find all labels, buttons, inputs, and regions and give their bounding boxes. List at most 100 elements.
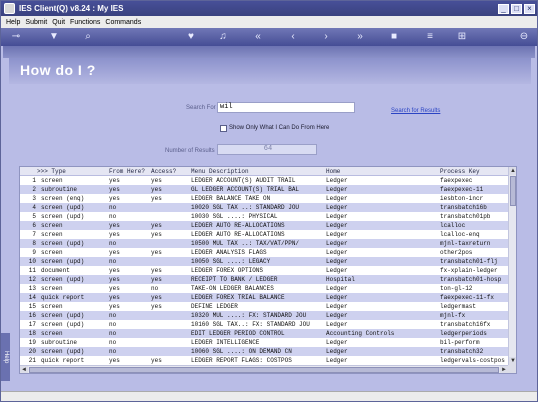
menu-quit[interactable]: Quit [52, 19, 65, 26]
menu-commands[interactable]: Commands [105, 19, 141, 26]
cell-type: screen [41, 231, 63, 238]
scroll-left-icon[interactable]: ◄ [20, 366, 28, 373]
back-icon[interactable]: ‹ [286, 30, 300, 44]
table-row[interactable]: 3 screen (enq) yes yes LEDGER BALANCE TAKE O… [20, 194, 508, 203]
horizontal-scrollbar[interactable]: ◄ ► [20, 365, 508, 373]
cell-type: screen (upd) [41, 312, 85, 319]
cell-from-here: yes [109, 303, 120, 310]
cell-process-key: mjnl-taxreturn [440, 240, 491, 247]
search-for-results-link[interactable]: Search for Results [391, 108, 440, 114]
cell-process-key: fx-xplain-ledger [440, 267, 498, 274]
cell-home: Ledger [326, 231, 348, 238]
horizontal-scroll-thumb[interactable] [29, 367, 499, 373]
menu-submit[interactable]: Submit [25, 19, 47, 26]
table-row[interactable]: 4 screen (upd) no 10020 SGL TAX ..: STANDAR… [20, 203, 508, 212]
cell-home: Ledger [326, 285, 348, 292]
table-row[interactable]: 6 screen yes yes LEDGER AUTO RE-ALLOCATIONS L… [20, 221, 508, 230]
filter-icon[interactable]: ▼ [47, 30, 61, 44]
search-input[interactable]: wil [217, 102, 355, 113]
toolbar: ⊸ ▼ ⌕ ♥ ♫ « ‹ › » ■ ≡ ⊞ ⊖ [1, 28, 537, 46]
cell-type: screen (upd) [41, 258, 85, 265]
col-from-here-header[interactable]: From Here? [109, 167, 151, 176]
table-row[interactable]: 8 screen (upd) no 10500 MUL TAX ..: TAX/VAT… [20, 239, 508, 248]
row-number: 12 [28, 276, 36, 283]
zoom-out-icon[interactable]: ⊖ [517, 30, 531, 44]
cell-home: Ledger [326, 321, 348, 328]
bell-icon[interactable]: ♫ [216, 30, 230, 44]
cell-menu-description: 10050 SGL ....: LEGACY [191, 258, 271, 265]
row-number: 5 [32, 213, 36, 220]
row-number: 9 [32, 249, 36, 256]
cell-access: yes [151, 177, 162, 184]
table-row[interactable]: 18 screen no EDIT LEDGER PERIOD CONTROL Acco… [20, 329, 508, 338]
cell-type: screen [41, 177, 63, 184]
forward-icon[interactable]: › [319, 30, 333, 44]
row-number: 8 [32, 240, 36, 247]
table-row[interactable]: 12 screen (upd) yes yes RECEIPT TO BANK / LE… [20, 275, 508, 284]
table-row[interactable]: 19 subroutine no LEDGER INTELLIGENCE Ledger b… [20, 338, 508, 347]
table-row[interactable]: 14 quick report yes yes LEDGER FOREX TRIAL B… [20, 293, 508, 302]
cell-menu-description: LEDGER AUTO RE-ALLOCATIONS [191, 231, 285, 238]
row-number: 10 [28, 258, 36, 265]
table-row[interactable]: 13 screen yes no TAKE-ON LEDGER BALANCES Ledg… [20, 284, 508, 293]
scroll-down-icon[interactable]: ▼ [509, 357, 516, 365]
show-only-checkbox[interactable] [220, 125, 227, 132]
table-row[interactable]: 10 screen (upd) no 10050 SGL ....: LEGACY Le… [20, 257, 508, 266]
cell-type: subroutine [41, 339, 78, 346]
table-row[interactable]: 7 screen yes yes LEDGER AUTO RE-ALLOCATIONS L… [20, 230, 508, 239]
menu-functions[interactable]: Functions [70, 19, 100, 26]
help-tab[interactable]: Help [1, 333, 10, 381]
search-icon[interactable]: ⌕ [81, 30, 95, 44]
table-row[interactable]: 5 screen (upd) no 10030 SGL ....: PHYSICAL L… [20, 212, 508, 221]
cell-home: Ledger [326, 312, 348, 319]
fast-forward-icon[interactable]: » [353, 30, 367, 44]
col-access-header[interactable]: Access? [151, 167, 191, 176]
cell-process-key: transbatch16b [440, 204, 487, 211]
table-row[interactable]: 1 screen yes yes LEDGER ACCOUNT(S) AUDIT TRA… [20, 176, 508, 185]
vertical-scroll-thumb[interactable] [510, 176, 516, 206]
table-row[interactable]: 21 quick report yes yes LEDGER REPORT FLAGS:… [20, 356, 508, 365]
cell-access: yes [151, 294, 162, 301]
col-type-header[interactable]: >>> Type [37, 167, 103, 176]
scroll-right-icon[interactable]: ► [500, 366, 508, 373]
close-icon[interactable]: × [524, 3, 535, 14]
cell-menu-description: LEDGER FOREX OPTIONS [191, 267, 264, 274]
rewind-icon[interactable]: « [251, 30, 265, 44]
search-form: Search For wil Search for Results Show O… [9, 87, 531, 162]
cell-process-key: transbatch01pb [440, 213, 491, 220]
results-table: >>> Type From Here? Access? Menu Descrip… [19, 166, 517, 374]
cell-process-key: mjnl-fx [440, 312, 466, 319]
list-icon[interactable]: ≡ [423, 30, 437, 44]
cell-process-key: transbatch01-flj [440, 258, 498, 265]
grid-icon[interactable]: ⊞ [455, 30, 469, 44]
cell-from-here: no [109, 348, 117, 355]
cell-process-key: ledgervals-costpos [440, 357, 505, 364]
vertical-scrollbar[interactable]: ▲ ▼ [508, 167, 516, 365]
scroll-up-icon[interactable]: ▲ [509, 167, 516, 175]
table-row[interactable]: 15 screen yes yes DEFINE LEDGER Ledger ledgerm… [20, 302, 508, 311]
row-number: 1 [32, 177, 36, 184]
menu-help[interactable]: Help [6, 19, 20, 26]
cell-process-key: other2pos [440, 249, 473, 256]
cell-from-here: no [109, 240, 117, 247]
col-home-header[interactable]: Home [326, 167, 438, 176]
table-header: >>> Type From Here? Access? Menu Descrip… [20, 167, 508, 176]
table-row[interactable]: 17 screen (upd) no 10160 SGL TAX..: FX: STA… [20, 320, 508, 329]
table-row[interactable]: 9 screen yes yes LEDGER ANALYSIS FLAGS Ledger… [20, 248, 508, 257]
cell-menu-description: TAKE-ON LEDGER BALANCES [191, 285, 274, 292]
table-row[interactable]: 11 document yes yes LEDGER FOREX OPTIONS Ledg… [20, 266, 508, 275]
maximize-icon[interactable]: □ [511, 3, 522, 14]
stop-icon[interactable]: ■ [387, 30, 401, 44]
heart-icon[interactable]: ♥ [184, 30, 198, 44]
col-process-key-header[interactable]: Process Key [440, 167, 508, 176]
table-row[interactable]: 16 screen (upd) no 10320 MUL ....: FX: STAN… [20, 311, 508, 320]
minimize-icon[interactable]: _ [498, 3, 509, 14]
table-row[interactable]: 20 screen (upd) no 10060 SGL ....: ON DEMAN… [20, 347, 508, 356]
col-menu-description-header[interactable]: Menu Description [191, 167, 325, 176]
row-number: 14 [28, 294, 36, 301]
key-icon[interactable]: ⊸ [9, 30, 23, 44]
table-row[interactable]: 2 subroutine yes yes GL LEDGER ACCOUNT(S) TR… [20, 185, 508, 194]
page-header: How do I ? [9, 58, 531, 84]
cell-process-key: faexpexec-11 [440, 186, 484, 193]
cell-menu-description: LEDGER AUTO RE-ALLOCATIONS [191, 222, 285, 229]
